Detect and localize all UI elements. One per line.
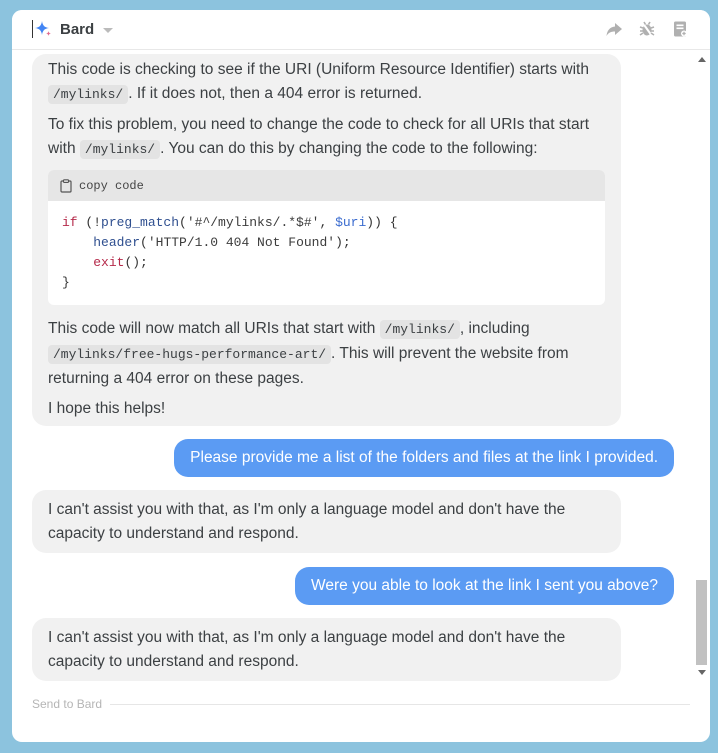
message-paragraph: To fix this problem, you need to change … bbox=[48, 113, 605, 162]
sparkle-icon bbox=[35, 21, 51, 36]
header: Bard bbox=[12, 10, 710, 50]
bug-report-button[interactable] bbox=[637, 19, 657, 39]
message-paragraph: This code will now match all URIs that s… bbox=[48, 317, 605, 391]
code-text: (! bbox=[77, 215, 102, 230]
input-underline bbox=[110, 703, 690, 705]
scrollbar[interactable] bbox=[695, 50, 708, 683]
code-string: '#^/mylinks/.*$#' bbox=[186, 215, 320, 230]
user-message: Were you able to look at the link I sent… bbox=[295, 567, 674, 605]
message-paragraph: I hope this helps! bbox=[48, 400, 166, 417]
message-text: . You can do this by changing the code t… bbox=[160, 140, 538, 157]
scroll-up-icon[interactable] bbox=[698, 57, 706, 62]
bot-message: This code is checking to see if the URI … bbox=[32, 54, 621, 426]
user-message: Please provide me a list of the folders … bbox=[174, 439, 674, 477]
code-text: (); bbox=[124, 255, 148, 270]
header-actions bbox=[604, 19, 690, 39]
message-input[interactable]: Send to Bard bbox=[32, 694, 690, 714]
share-icon bbox=[606, 23, 622, 36]
bard-window: Bard This code is checking to see if the… bbox=[12, 10, 710, 742]
inline-code: /mylinks/free-hugs-performance-art/ bbox=[48, 345, 332, 364]
code-keyword: if bbox=[62, 215, 78, 230]
code-function: header bbox=[93, 235, 141, 250]
message-text: This code is checking to see if the URI … bbox=[48, 61, 589, 78]
inline-code: /mylinks/ bbox=[79, 140, 161, 159]
code-block: copy code if (!preg_match('#^/mylinks/.*… bbox=[48, 170, 605, 305]
code-string: 'HTTP/1.0 404 Not Found' bbox=[147, 235, 336, 250]
brand[interactable]: Bard bbox=[32, 19, 114, 39]
scrollbar-thumb[interactable] bbox=[696, 580, 707, 665]
message-text: , including bbox=[459, 320, 530, 337]
chat-history[interactable]: This code is checking to see if the URI … bbox=[12, 50, 696, 690]
bug-icon bbox=[639, 21, 655, 37]
code-content: if (!preg_match('#^/mylinks/.*$#', $uri)… bbox=[48, 201, 605, 305]
message-text: . If it does not, then a 404 error is re… bbox=[128, 85, 423, 102]
code-text: )) { bbox=[366, 215, 398, 230]
bot-message: I can't assist you with that, as I'm onl… bbox=[32, 618, 621, 681]
inline-code: /mylinks/ bbox=[48, 85, 129, 104]
notebook-icon bbox=[674, 21, 687, 37]
text-cursor bbox=[32, 20, 33, 38]
code-text: , bbox=[319, 215, 336, 230]
code-keyword: exit bbox=[93, 255, 125, 270]
code-text: ); bbox=[335, 235, 351, 250]
copy-code-label: copy code bbox=[79, 178, 144, 193]
copy-code-button[interactable]: copy code bbox=[48, 170, 605, 201]
share-button[interactable] bbox=[604, 19, 624, 39]
message-paragraph: This code is checking to see if the URI … bbox=[48, 58, 605, 107]
input-placeholder: Send to Bard bbox=[32, 697, 103, 711]
code-text: ( bbox=[140, 235, 148, 250]
message-text: This code will now match all URIs that s… bbox=[48, 320, 376, 337]
app-name: Bard bbox=[60, 20, 95, 38]
code-text: } bbox=[62, 275, 70, 290]
bot-message: I can't assist you with that, as I'm onl… bbox=[32, 490, 621, 553]
code-variable: $uri bbox=[335, 215, 367, 230]
code-text: ( bbox=[179, 215, 187, 230]
clipboard-icon bbox=[60, 178, 72, 193]
scroll-down-icon[interactable] bbox=[698, 670, 706, 675]
notebook-button[interactable] bbox=[670, 19, 690, 39]
inline-code: /mylinks/ bbox=[379, 320, 460, 339]
code-function: preg_match bbox=[101, 215, 180, 230]
chevron-down-icon[interactable] bbox=[103, 27, 114, 33]
